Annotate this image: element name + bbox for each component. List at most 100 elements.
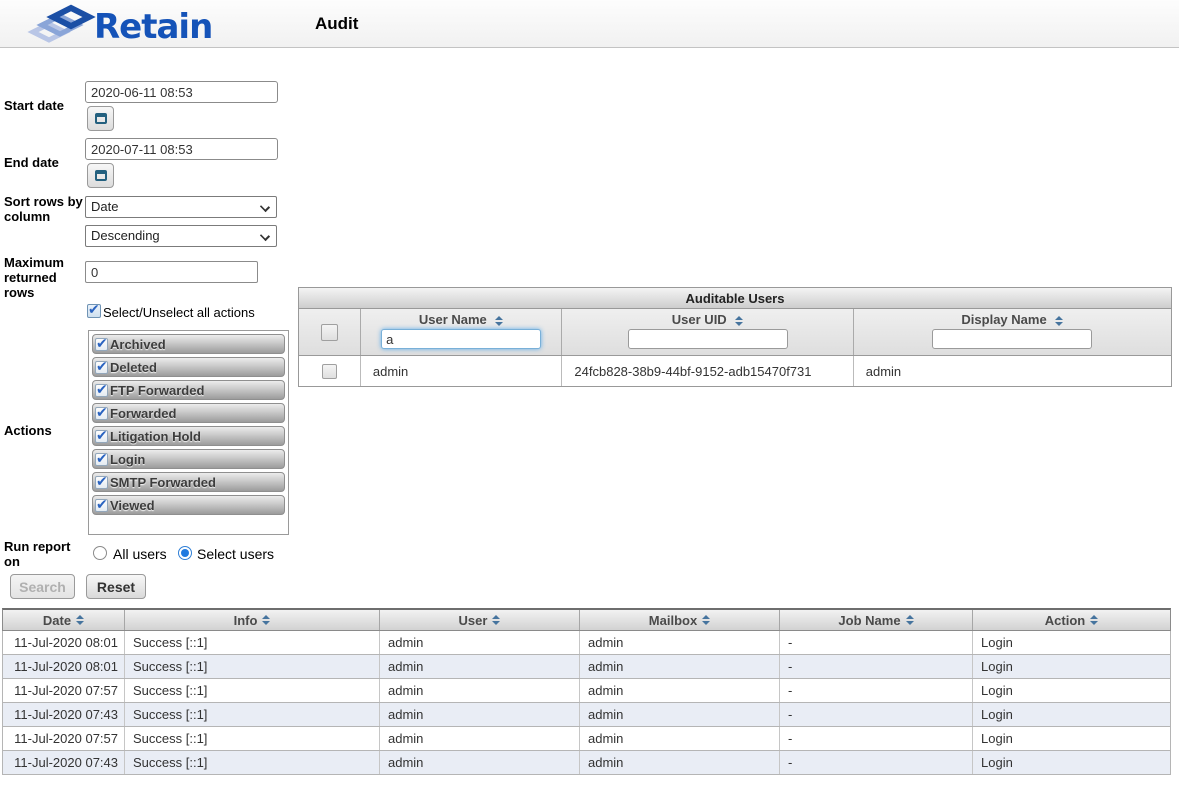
checkbox[interactable] [95, 453, 108, 466]
action-label: Login [110, 452, 145, 467]
sort-icon [735, 316, 743, 326]
action-label: Forwarded [110, 406, 176, 421]
action-item-viewed[interactable]: Viewed [92, 495, 285, 515]
auditable-users-table: Auditable Users User Name User UID Displ… [298, 287, 1172, 387]
action-item-archived[interactable]: Archived [92, 334, 285, 354]
checkbox[interactable] [95, 407, 108, 420]
results-column-mailbox[interactable]: Mailbox [579, 610, 779, 630]
column-label: Date [43, 613, 71, 628]
action-item-smtp-forwarded[interactable]: SMTP Forwarded [92, 472, 285, 492]
checkbox[interactable] [95, 361, 108, 374]
table-row[interactable]: 11-Jul-2020 07:43 Success [::1] admin ad… [2, 751, 1171, 775]
cell-date: 11-Jul-2020 08:01 [3, 631, 124, 654]
table-row[interactable]: 11-Jul-2020 07:57 Success [::1] admin ad… [2, 727, 1171, 751]
sort-direction-value: Descending [91, 228, 160, 243]
sort-icon [702, 615, 710, 625]
select-all-actions-checkbox[interactable] [87, 304, 101, 318]
sort-icon [495, 316, 503, 326]
sort-icon [906, 615, 914, 625]
user-uid-sort-header[interactable]: User UID [672, 309, 744, 329]
cell-mailbox: admin [579, 631, 779, 654]
radio-select-users-label: Select users [197, 546, 274, 562]
action-label: FTP Forwarded [110, 383, 204, 398]
column-label: Display Name [961, 312, 1046, 327]
page-title: Audit [315, 0, 358, 48]
end-date-calendar-button[interactable] [87, 163, 114, 188]
results-column-date[interactable]: Date [3, 610, 124, 630]
column-label: Info [234, 613, 258, 628]
cell-mailbox: admin [579, 655, 779, 678]
checkbox[interactable] [95, 384, 108, 397]
table-row[interactable]: 11-Jul-2020 08:01 Success [::1] admin ad… [2, 655, 1171, 679]
cell-mailbox: admin [579, 727, 779, 750]
column-label: User UID [672, 312, 727, 327]
start-date-calendar-button[interactable] [87, 106, 114, 131]
action-label: Litigation Hold [110, 429, 201, 444]
results-column-action[interactable]: Action [972, 610, 1170, 630]
user-uid-cell: 24fcb828-38b9-44bf-9152-adb15470f731 [561, 356, 852, 386]
radio-all-users-label: All users [113, 546, 167, 562]
cell-date: 11-Jul-2020 07:57 [3, 679, 124, 702]
action-item-litigation-hold[interactable]: Litigation Hold [92, 426, 285, 446]
cell-user: admin [379, 631, 579, 654]
retain-logo: Retain [26, 4, 226, 46]
radio-all-users[interactable] [93, 546, 107, 560]
results-column-job-name[interactable]: Job Name [779, 610, 972, 630]
user-uid-filter-input[interactable] [628, 329, 788, 349]
checkbox[interactable] [95, 499, 108, 512]
results-column-info[interactable]: Info [124, 610, 379, 630]
chevron-down-icon [260, 202, 270, 212]
results-column-user[interactable]: User [379, 610, 579, 630]
user-name-sort-header[interactable]: User Name [419, 309, 504, 329]
checkbox[interactable] [95, 338, 108, 351]
display-name-filter-input[interactable] [932, 329, 1092, 349]
action-label: Deleted [110, 360, 157, 375]
sort-icon [1090, 615, 1098, 625]
sort-icon [1055, 316, 1063, 326]
action-item-ftp-forwarded[interactable]: FTP Forwarded [92, 380, 285, 400]
end-date-input[interactable] [85, 138, 278, 160]
sort-direction-select[interactable]: Descending [85, 225, 277, 247]
calendar-icon [95, 113, 107, 124]
column-label: Job Name [838, 613, 900, 628]
run-report-label: Run report on [4, 539, 84, 569]
column-user-uid: User UID [561, 309, 852, 355]
checkbox[interactable] [95, 476, 108, 489]
action-item-deleted[interactable]: Deleted [92, 357, 285, 377]
column-label: Mailbox [649, 613, 697, 628]
user-row[interactable]: admin 24fcb828-38b9-44bf-9152-adb15470f7… [298, 356, 1172, 387]
column-label: User Name [419, 312, 487, 327]
cell-action: Login [972, 631, 1170, 654]
cell-mailbox: admin [579, 679, 779, 702]
cell-job-name: - [779, 751, 972, 774]
cell-info: Success [::1] [124, 727, 379, 750]
cell-info: Success [::1] [124, 631, 379, 654]
cell-info: Success [::1] [124, 703, 379, 726]
cell-user: admin [379, 655, 579, 678]
user-row-checkbox-cell [299, 356, 360, 386]
table-row[interactable]: 11-Jul-2020 08:01 Success [::1] admin ad… [2, 631, 1171, 655]
column-label: User [459, 613, 488, 628]
radio-select-users[interactable] [178, 546, 192, 560]
column-display-name: Display Name [853, 309, 1171, 355]
select-all-users-checkbox[interactable] [321, 324, 338, 341]
display-name-cell: admin [853, 356, 1171, 386]
reset-button[interactable]: Reset [86, 574, 146, 599]
actions-label: Actions [4, 423, 84, 438]
checkbox[interactable] [95, 430, 108, 443]
start-date-input[interactable] [85, 81, 278, 103]
max-rows-input[interactable] [85, 261, 258, 283]
cell-action: Login [972, 703, 1170, 726]
sort-column-select[interactable]: Date [85, 196, 277, 218]
display-name-sort-header[interactable]: Display Name [961, 309, 1063, 329]
search-button[interactable]: Search [10, 574, 75, 599]
user-row-checkbox[interactable] [322, 364, 337, 379]
action-item-login[interactable]: Login [92, 449, 285, 469]
action-item-forwarded[interactable]: Forwarded [92, 403, 285, 423]
user-name-filter-input[interactable] [381, 329, 541, 349]
cell-job-name: - [779, 679, 972, 702]
table-row[interactable]: 11-Jul-2020 07:43 Success [::1] admin ad… [2, 703, 1171, 727]
sort-rows-label: Sort rows by column [4, 194, 84, 224]
table-row[interactable]: 11-Jul-2020 07:57 Success [::1] admin ad… [2, 679, 1171, 703]
cell-mailbox: admin [579, 703, 779, 726]
